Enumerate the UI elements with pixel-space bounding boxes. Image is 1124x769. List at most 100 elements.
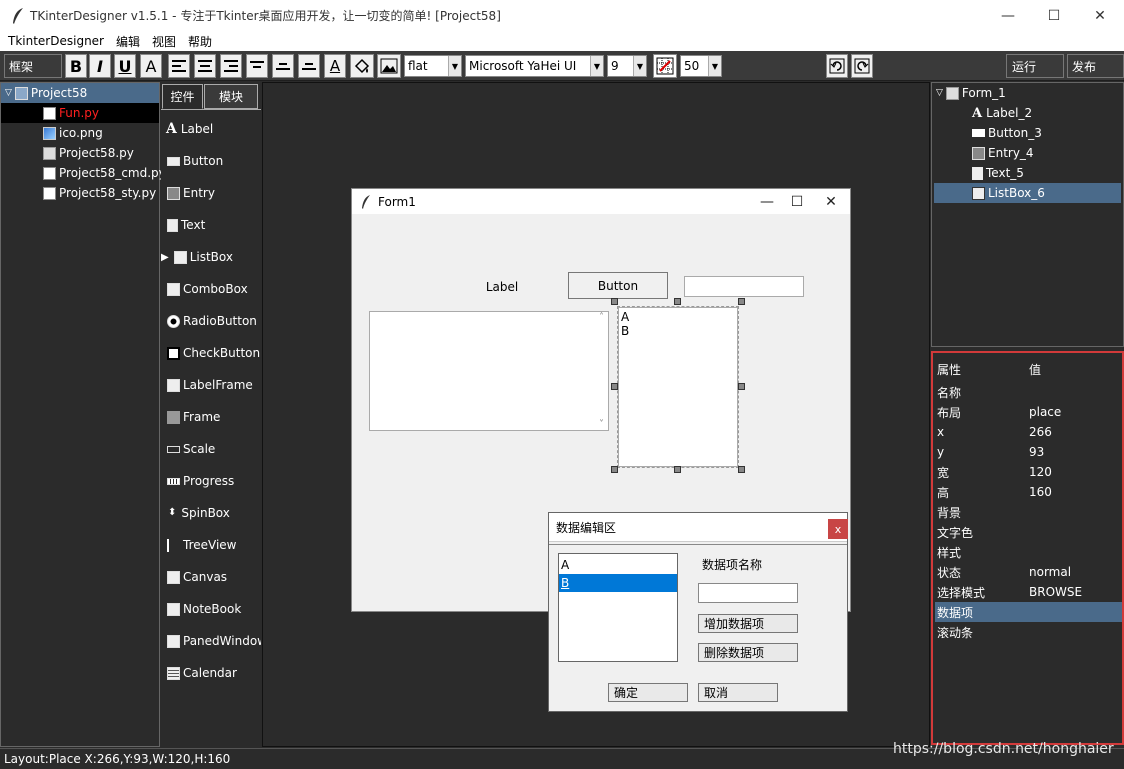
palette-item-labelframe[interactable]: LabelFrame [161,373,261,397]
align-left-icon[interactable] [168,54,190,78]
resize-handle[interactable] [611,298,618,305]
form-maximize-button[interactable]: ☐ [780,189,814,214]
property-row-text-color[interactable]: 文字色 [935,522,1122,542]
palette-item-radiobutton[interactable]: RadioButton [161,309,261,333]
palette-item-notebook[interactable]: NoteBook [161,597,261,621]
underline-button[interactable]: U [114,54,136,78]
widget-tree-root[interactable]: ▽ Form_1 [936,83,1006,103]
property-value[interactable]: 93 [1029,445,1044,459]
palette-item-combobox[interactable]: ComboBox [161,277,261,301]
menu-tkinterdesigner[interactable]: TkinterDesigner [0,34,110,48]
tab-modules[interactable]: 模块 [204,84,258,109]
form-label[interactable]: Label [452,276,552,298]
delete-item-button[interactable]: 删除数据项 [698,643,798,662]
minimize-button[interactable]: — [985,0,1031,31]
run-button[interactable]: 运行 [1006,54,1064,78]
property-value[interactable]: normal [1029,565,1071,579]
property-value[interactable]: BROWSE [1029,585,1082,599]
property-row-x[interactable]: x 266 [935,422,1122,442]
palette-item-frame[interactable]: Frame [161,405,261,429]
property-row-layout[interactable]: 布局 place [935,402,1122,422]
publish-button[interactable]: 发布 [1067,54,1124,78]
palette-item-entry[interactable]: Entry [161,181,261,205]
palette-item-panedwindow[interactable]: PanedWindow [161,629,261,653]
align-center-icon[interactable] [194,54,216,78]
property-row-style[interactable]: 样式 [935,542,1122,562]
widget-tree-item-selected[interactable]: ListBox_6 [934,183,1121,203]
property-row-name[interactable]: 名称 [935,382,1122,402]
form-listbox[interactable]: A B [618,307,738,467]
widget-tree-item[interactable]: Text_5 [972,163,1024,183]
palette-item-label[interactable]: A Label [161,117,261,141]
property-row-y[interactable]: y 93 [935,442,1122,462]
scroll-up-arrow[interactable]: ˄ [599,312,604,323]
palette-item-progress[interactable]: Progress [161,469,261,493]
property-value[interactable]: 120 [1029,465,1052,479]
undo-icon[interactable] [826,54,848,78]
file-item-project58[interactable]: Project58.py [1,143,134,163]
file-item-ico[interactable]: ico.png [1,123,103,143]
align-top-icon[interactable] [246,54,268,78]
font-color-button[interactable]: A [324,54,346,78]
file-item-fun[interactable]: Fun.py [1,103,159,123]
resize-handle[interactable] [738,298,745,305]
property-row-select-mode[interactable]: 选择模式 BROWSE [935,582,1122,602]
file-item-project58-cmd[interactable]: Project58_cmd.py [1,163,166,183]
resize-handle[interactable] [674,466,681,473]
align-bottom-icon[interactable] [298,54,320,78]
close-button[interactable]: ✕ [1077,0,1123,31]
property-value[interactable]: place [1029,405,1061,419]
form-entry[interactable] [684,276,804,297]
listbox-item[interactable]: A [621,310,735,324]
resize-handle[interactable] [738,466,745,473]
dialog-list-item-selected[interactable]: B [559,574,677,592]
grid-icon[interactable] [653,54,677,78]
property-row-width[interactable]: 宽 120 [935,462,1122,482]
image-icon[interactable] [377,54,401,78]
form-minimize-button[interactable]: — [750,189,784,214]
bold-button[interactable]: B [65,54,87,78]
scroll-down-arrow[interactable]: ˅ [599,419,604,430]
palette-item-listbox[interactable]: ▶ ListBox [161,245,261,269]
resize-handle[interactable] [611,466,618,473]
redo-icon[interactable] [851,54,873,78]
grid-size-select[interactable]: 50 ▼ [680,55,722,77]
property-row-state[interactable]: 状态 normal [935,562,1122,582]
relief-select[interactable]: flat ▼ [404,55,462,77]
tab-controls[interactable]: 控件 [162,84,203,109]
property-row-data-items[interactable]: 数据项 [935,602,1122,622]
listbox-item[interactable]: B [621,324,735,338]
widget-tree-item[interactable]: Button_3 [972,123,1042,143]
property-row-height[interactable]: 高 160 [935,482,1122,502]
palette-item-treeview[interactable]: TreeView [161,533,261,557]
menu-view[interactable]: 视图 [146,33,182,50]
dialog-listbox[interactable]: A B [558,553,678,662]
palette-item-spinbox[interactable]: ⬍ SpinBox [161,501,261,525]
ok-button[interactable]: 确定 [608,683,688,702]
widget-tree-item[interactable]: A Label_2 [972,103,1032,123]
dialog-list-item[interactable]: A [559,556,677,574]
dialog-close-button[interactable]: x [828,519,848,539]
property-row-background[interactable]: 背景 [935,502,1122,522]
palette-item-canvas[interactable]: Canvas [161,565,261,589]
maximize-button[interactable]: ☐ [1031,0,1077,31]
menu-edit[interactable]: 编辑 [110,33,146,50]
palette-item-checkbutton[interactable]: CheckButton [161,341,261,365]
form-button[interactable]: Button [568,272,668,299]
fill-color-icon[interactable] [350,54,374,78]
resize-handle[interactable] [738,383,745,390]
item-name-input[interactable] [698,583,798,603]
property-value[interactable]: 266 [1029,425,1052,439]
font-size-select[interactable]: 9 ▼ [607,55,647,77]
align-middle-icon[interactable] [272,54,294,78]
file-item-project58-sty[interactable]: Project58_sty.py [1,183,156,203]
align-right-icon[interactable] [220,54,242,78]
font-family-select[interactable]: Microsoft YaHei UI ▼ [465,55,604,77]
project-root[interactable]: ▽ Project58 [1,83,159,103]
palette-item-scale[interactable]: Scale [161,437,261,461]
font-button[interactable]: A [140,54,162,78]
italic-button[interactable]: I [89,54,111,78]
widget-tree-item[interactable]: Entry_4 [972,143,1034,163]
form-close-button[interactable]: ✕ [814,189,848,214]
menu-help[interactable]: 帮助 [182,33,218,50]
